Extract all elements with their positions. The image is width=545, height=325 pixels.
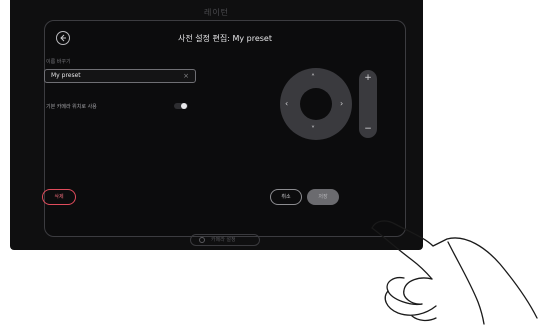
stage: 레이턴 사전 설정 편집: My preset 이름 바꾸기 My preset…	[0, 0, 545, 325]
tapping-hand-illustration	[371, 220, 538, 325]
